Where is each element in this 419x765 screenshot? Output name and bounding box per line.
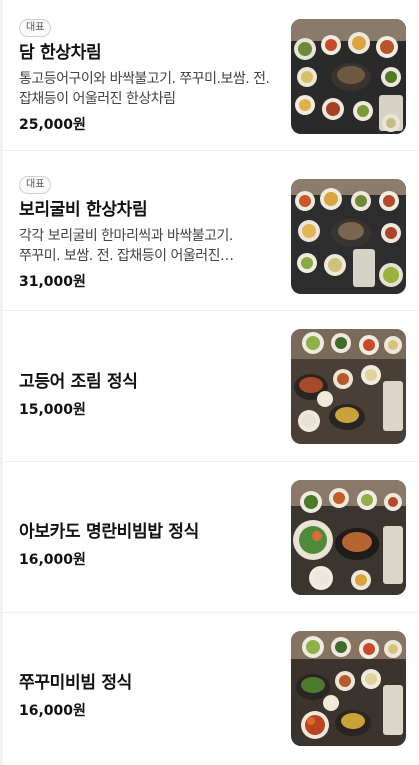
food-photo-image bbox=[291, 631, 406, 746]
menu-item-description: 통고등어구이와 바싹불고기. 쭈꾸미.보쌈. 전. 잡채등이 어울러진 한상차림 bbox=[19, 71, 270, 107]
menu-item[interactable]: 고등어 조림 정식 15,000원 bbox=[0, 311, 419, 462]
menu-item[interactable]: 아보카도 명란비빔밥 정식 16,000원 bbox=[0, 462, 419, 613]
menu-item-price: 25,000원 bbox=[19, 117, 86, 133]
food-photo-image bbox=[291, 179, 406, 294]
menu-item-price: 16,000원 bbox=[19, 703, 86, 719]
menu-item-name: 담 한상차림 bbox=[19, 43, 102, 63]
menu-item-photo[interactable] bbox=[291, 480, 406, 595]
menu-item-info: 대표 담 한상차림 통고등어구이와 바싹불고기. 쭈꾸미.보쌈. 전. 잡채등이… bbox=[19, 15, 277, 135]
food-photo-image bbox=[291, 19, 406, 134]
food-photo-image bbox=[291, 480, 406, 595]
menu-item-info: 고등어 조림 정식 15,000원 bbox=[19, 366, 277, 420]
menu-item[interactable]: 쭈꾸미비빔 정식 16,000원 bbox=[0, 613, 419, 764]
menu-item-photo[interactable] bbox=[291, 329, 406, 444]
menu-item-photo[interactable] bbox=[291, 19, 406, 134]
menu-item-name: 고등어 조림 정식 bbox=[19, 372, 138, 392]
menu-item-name: 쭈꾸미비빔 정식 bbox=[19, 673, 132, 693]
signature-badge: 대표 bbox=[19, 19, 52, 37]
menu-item-photo[interactable] bbox=[291, 631, 406, 746]
menu-item-info: 아보카도 명란비빔밥 정식 16,000원 bbox=[19, 516, 277, 570]
menu-item-price: 15,000원 bbox=[19, 402, 86, 418]
menu-item-info: 대표 보리굴비 한상차림 각각 보리굴비 한마리씩과 바싹불고기. 쭈꾸미. 보… bbox=[19, 172, 277, 292]
menu-item[interactable]: 대표 보리굴비 한상차림 각각 보리굴비 한마리씩과 바싹불고기. 쭈꾸미. 보… bbox=[0, 151, 419, 311]
menu-item-price: 16,000원 bbox=[19, 552, 86, 568]
menu-item-price: 31,000원 bbox=[19, 274, 86, 290]
menu-item[interactable]: 대표 담 한상차림 통고등어구이와 바싹불고기. 쭈꾸미.보쌈. 전. 잡채등이… bbox=[0, 0, 419, 151]
menu-item-name: 아보카도 명란비빔밥 정식 bbox=[19, 522, 199, 542]
signature-badge: 대표 bbox=[19, 176, 52, 194]
menu-item-description: 각각 보리굴비 한마리씩과 바싹불고기. 쭈꾸미. 보쌈. 전. 잡채등이 어울… bbox=[19, 228, 234, 264]
menu-item-name: 보리굴비 한상차림 bbox=[19, 200, 148, 220]
food-photo-image bbox=[291, 329, 406, 444]
menu-item-info: 쭈꾸미비빔 정식 16,000원 bbox=[19, 667, 277, 721]
menu-list: 대표 담 한상차림 통고등어구이와 바싹불고기. 쭈꾸미.보쌈. 전. 잡채등이… bbox=[0, 0, 419, 764]
menu-item-photo[interactable] bbox=[291, 179, 406, 294]
